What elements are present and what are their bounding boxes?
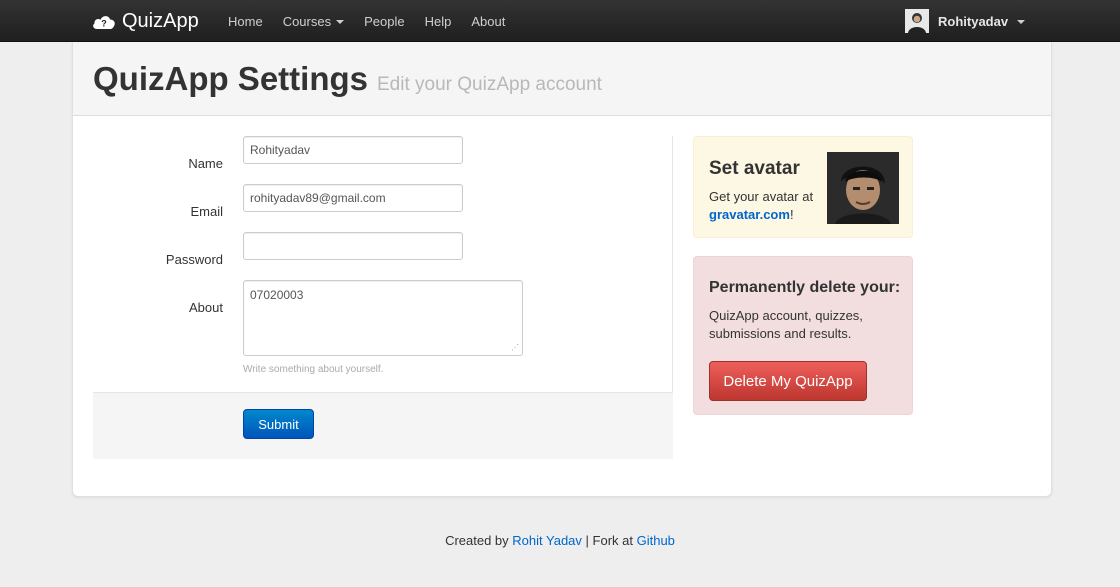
name-input[interactable]	[243, 136, 463, 164]
user-name: Rohityadav	[938, 13, 1009, 29]
about-textarea[interactable]: 07020003	[243, 280, 523, 356]
caret-down-icon	[1017, 20, 1026, 24]
avatar-box-title: Set avatar	[709, 158, 800, 179]
nav-help[interactable]: Help	[415, 0, 462, 42]
footer: Created by Rohit Yadav | Fork at Github	[0, 533, 1120, 548]
nav-courses-label: Courses	[282, 13, 332, 29]
set-avatar-box: Set avatar Get your avatar at gravatar.c…	[693, 136, 913, 238]
svg-text:?: ?	[101, 19, 107, 29]
settings-panel: QuizApp Settings Edit your QuizApp accou…	[72, 42, 1052, 497]
page-title: QuizApp Settings	[93, 60, 368, 97]
name-label: Name	[188, 156, 223, 171]
top-navbar: ? QuizApp Home Courses People Help About…	[0, 0, 1120, 42]
brand-link[interactable]: ? QuizApp	[92, 8, 199, 34]
delete-account-button[interactable]: Delete My QuizApp	[709, 361, 867, 401]
settings-form: Name Email Password About 07020003 ⋰ Wri…	[93, 136, 673, 459]
github-link[interactable]: Github	[637, 533, 675, 548]
submit-button[interactable]: Submit	[243, 409, 314, 439]
password-input[interactable]	[243, 232, 463, 260]
form-actions: Submit	[93, 392, 673, 459]
caret-down-icon	[336, 20, 345, 24]
footer-fork-text: | Fork at	[585, 533, 633, 548]
user-avatar	[905, 9, 929, 33]
resize-handle-icon[interactable]: ⋰	[511, 344, 519, 352]
delete-account-box: Permanently delete your: QuizApp account…	[693, 256, 913, 415]
email-input[interactable]	[243, 184, 463, 212]
nav-people[interactable]: People	[354, 0, 414, 42]
avatar-box-text: Get your avatar at gravatar.com!	[709, 188, 819, 224]
brand-name: QuizApp	[122, 9, 199, 32]
nav-home[interactable]: Home	[218, 0, 273, 42]
about-label: About	[189, 300, 223, 315]
delete-box-title: Permanently delete your:	[709, 279, 901, 296]
email-label: Email	[190, 204, 223, 219]
cloud-logo-icon: ?	[92, 13, 116, 29]
avatar-image	[827, 152, 899, 224]
author-link[interactable]: Rohit Yadav	[512, 533, 582, 548]
gravatar-link[interactable]: gravatar.com	[709, 207, 790, 222]
avatar-text-suffix: !	[789, 207, 794, 222]
page-header: QuizApp Settings Edit your QuizApp accou…	[73, 42, 1051, 116]
nav-links: Home Courses People Help About	[218, 0, 515, 42]
user-menu-dropdown[interactable]: Rohityadav	[905, 0, 1026, 42]
nav-about[interactable]: About	[461, 0, 515, 42]
footer-created-by: Created by	[445, 533, 509, 548]
password-label: Password	[165, 252, 223, 267]
nav-courses-dropdown[interactable]: Courses	[273, 0, 354, 42]
avatar-text-prefix: Get your avatar at	[709, 189, 814, 204]
about-help-text: Write something about yourself.	[243, 364, 384, 375]
page-subtitle: Edit your QuizApp account	[377, 74, 602, 95]
delete-box-text: QuizApp account, quizzes, submissions an…	[709, 308, 863, 341]
